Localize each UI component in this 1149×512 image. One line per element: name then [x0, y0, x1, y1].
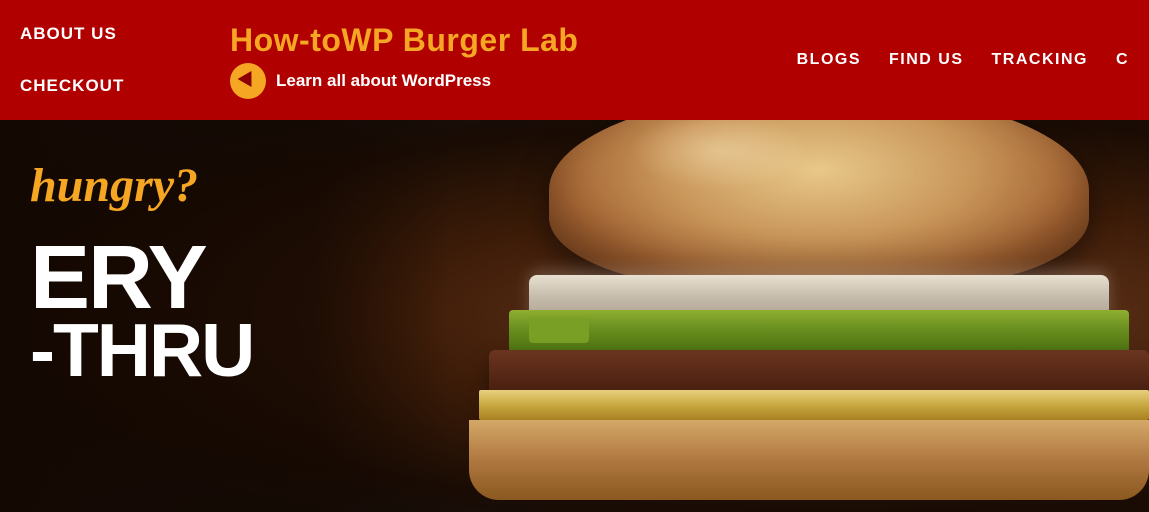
navbar: ABOUT US CHECKOUT How-toWP Burger Lab Le… [0, 0, 1149, 120]
hero-main-line2: -THRU [30, 313, 380, 388]
brand-title[interactable]: How-toWP Burger Lab [230, 22, 578, 59]
nav-item-more[interactable]: C [1106, 47, 1139, 73]
hero-text: hungry? ERY -THRU [0, 140, 400, 408]
nav-item-find-us[interactable]: FIND US [879, 47, 974, 73]
nav-center: How-toWP Burger Lab Learn all about Word… [200, 0, 787, 120]
cheese-layer [479, 390, 1149, 420]
pickle-layer [509, 310, 1129, 355]
logo-icon [230, 63, 266, 99]
nav-item-about[interactable]: ABOUT US [10, 20, 200, 48]
nav-item-blogs[interactable]: BLOGS [787, 47, 871, 73]
nav-item-tracking[interactable]: TRACKING [982, 47, 1098, 73]
brand-subtitle: Learn all about WordPress [276, 71, 491, 91]
hero-tagline: hungry? [30, 160, 380, 213]
burger-image [429, 120, 1149, 512]
nav-left: ABOUT US CHECKOUT [0, 0, 200, 120]
hero-section: hungry? ERY -THRU [0, 120, 1149, 512]
bun-bottom [469, 420, 1149, 500]
nav-item-checkout[interactable]: CHECKOUT [10, 72, 200, 100]
bun-top [549, 120, 1089, 290]
nav-right: BLOGS FIND US TRACKING C [787, 0, 1149, 120]
brand-logo-row: Learn all about WordPress [230, 63, 491, 99]
